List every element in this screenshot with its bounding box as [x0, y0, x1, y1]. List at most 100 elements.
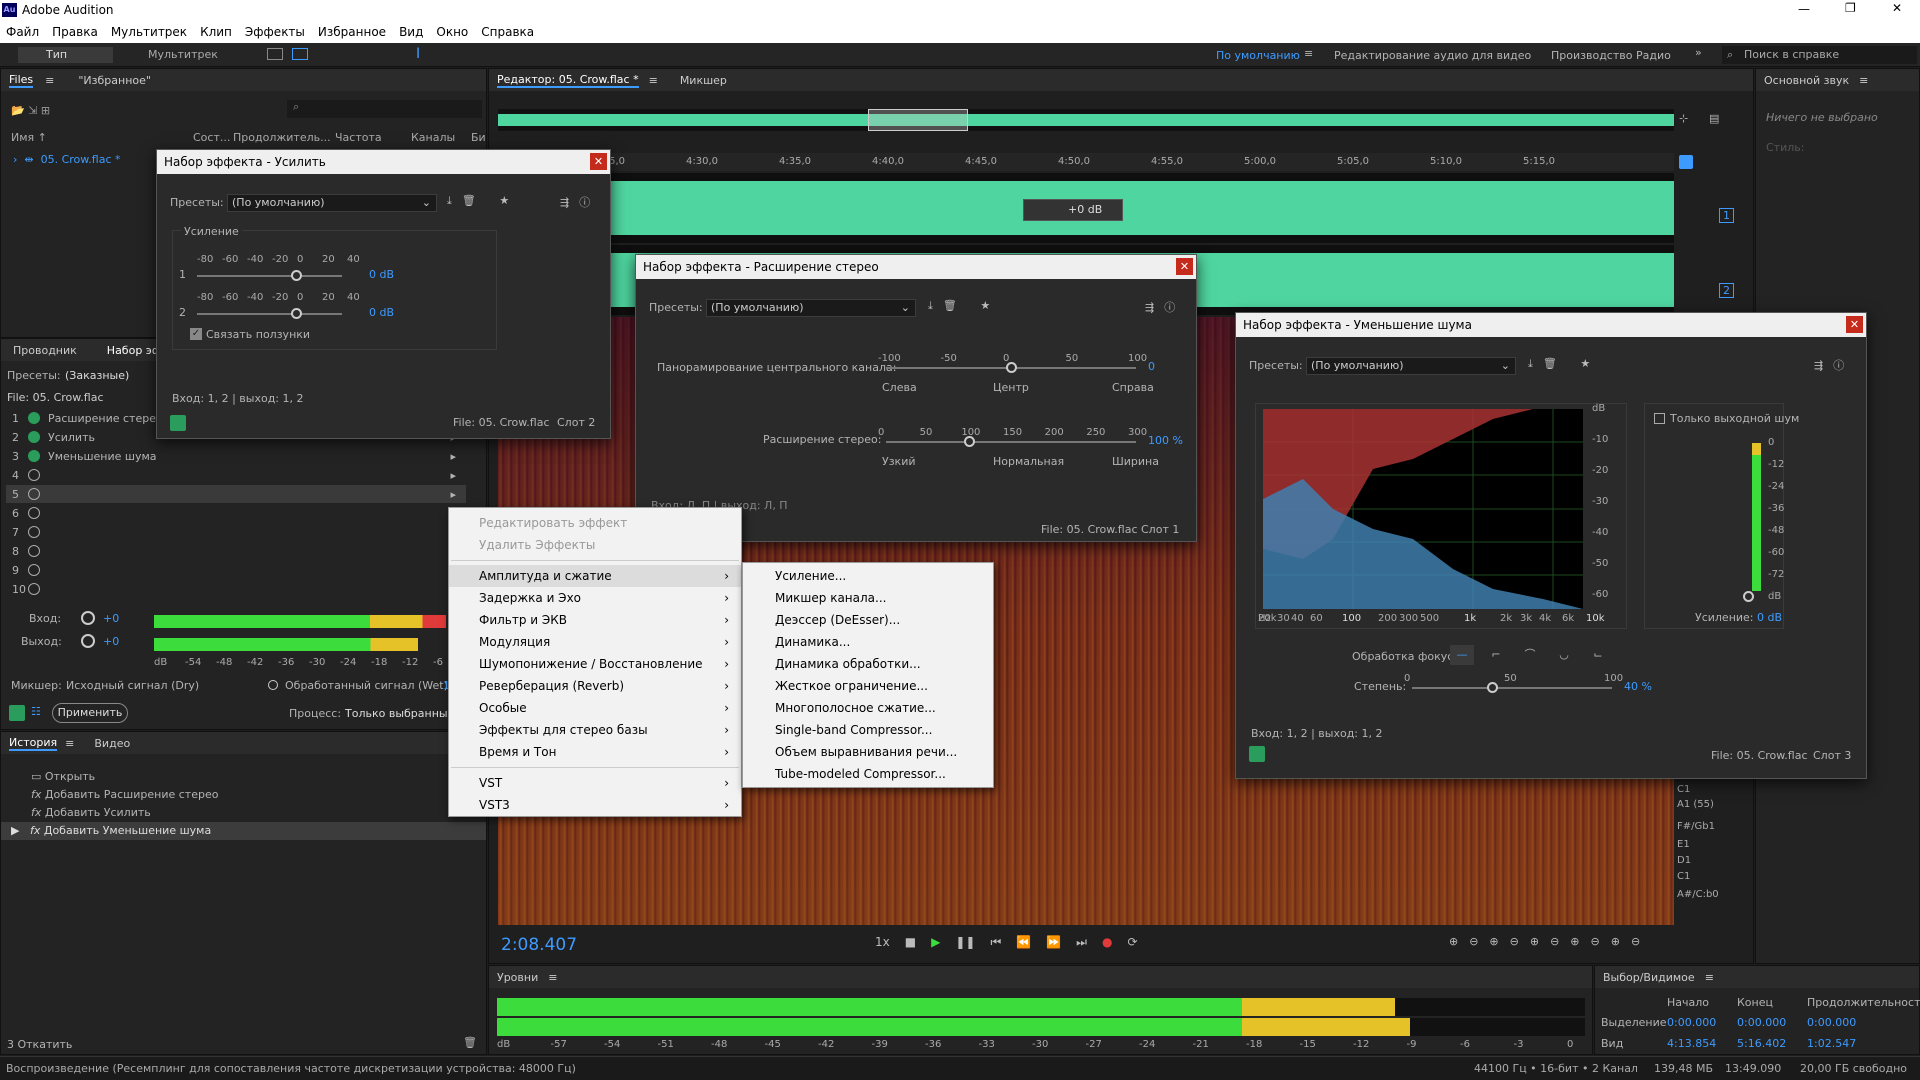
- history-item-noise[interactable]: ▶ fx Добавить Уменьшение шума: [1, 822, 486, 840]
- output-noise-label[interactable]: Только выходной шум: [1670, 412, 1799, 425]
- delete-preset-icon[interactable]: 🗑: [1543, 357, 1567, 370]
- minimize-icon[interactable]: —: [1798, 2, 1810, 16]
- effect-group-item[interactable]: Время и Тон ›: [449, 741, 741, 763]
- view-end[interactable]: 5:16.402: [1737, 1037, 1786, 1050]
- favorite-star-icon[interactable]: ★: [499, 194, 519, 207]
- menu-view[interactable]: Вид: [399, 25, 423, 39]
- amplitude-effect-item[interactable]: Single-band Compressor...: [743, 719, 993, 741]
- overview-waveform[interactable]: [498, 109, 1674, 131]
- effect-group-item[interactable]: Эффекты для стерео базы ›: [449, 719, 741, 741]
- amplitude-effect-item[interactable]: Жесткое ограничение...: [743, 675, 993, 697]
- timeline-ruler[interactable]: 4:20,04:25,04:30,04:35,04:40,04:45,04:50…: [498, 153, 1674, 171]
- noise-dialog-title[interactable]: Набор эффекта - Уменьшение шума ✕: [1236, 313, 1866, 337]
- rack-slot[interactable]: 4 ▸: [6, 466, 466, 484]
- link-sliders-checkbox[interactable]: ✓: [190, 328, 202, 340]
- loop-icon[interactable]: ⟳: [1127, 935, 1137, 950]
- slot-power-icon[interactable]: [28, 412, 40, 424]
- pause-icon[interactable]: ❚❚: [955, 935, 975, 950]
- menu-clip[interactable]: Клип: [200, 25, 232, 39]
- tab-explorer[interactable]: Проводник: [13, 344, 77, 357]
- col-status[interactable]: Сост...: [193, 131, 230, 144]
- rack-list-icon[interactable]: ☷: [31, 705, 41, 718]
- plugin-group-item[interactable]: VST3 ›: [449, 794, 741, 816]
- effect-group-item[interactable]: Реверберация (Reverb) ›: [449, 675, 741, 697]
- more-workspaces-icon[interactable]: »: [1695, 46, 1702, 59]
- spectral-toggle-icon[interactable]: [267, 48, 283, 60]
- tab-mixer[interactable]: Микшер: [680, 74, 727, 87]
- menu-multitrack[interactable]: Мультитрек: [111, 25, 187, 39]
- stop-icon[interactable]: ■: [905, 935, 916, 950]
- stereo-presets-select[interactable]: (По умолчанию) ⌄: [706, 299, 916, 317]
- delete-preset-icon[interactable]: 🗑: [462, 194, 486, 207]
- slider-value[interactable]: 100 %: [1148, 434, 1183, 447]
- help-search-input[interactable]: ⌕ Поиск в справке: [1722, 46, 1917, 64]
- workspace-audio-video[interactable]: Редактирование аудио для видео: [1334, 49, 1531, 62]
- slider-knob[interactable]: [1487, 682, 1498, 693]
- forward-icon[interactable]: ⏩: [1046, 935, 1061, 950]
- record-icon[interactable]: ●: [1102, 935, 1112, 950]
- amplitude-effect-item[interactable]: Объем выравнивания речи...: [743, 741, 993, 763]
- slot-power-icon[interactable]: [28, 583, 40, 595]
- focus-notch-button[interactable]: ◡: [1552, 645, 1576, 665]
- workspace-default[interactable]: По умолчанию: [1216, 49, 1300, 62]
- waveform-view-button[interactable]: Тип сигнала: [18, 47, 113, 77]
- gain-track[interactable]: [197, 275, 342, 277]
- tab-files[interactable]: Files: [9, 73, 34, 88]
- effect-group-item[interactable]: Особые ›: [449, 697, 741, 719]
- focus-high-button[interactable]: ⌙: [1586, 645, 1610, 665]
- amplify-presets-select[interactable]: (По умолчанию) ⌄: [227, 194, 437, 212]
- slot-menu-icon[interactable]: ▸: [450, 469, 456, 482]
- selection-end[interactable]: 0:00.000: [1737, 1016, 1786, 1029]
- info-icon[interactable]: ⓘ: [1164, 301, 1185, 314]
- menu-favorites[interactable]: Избранное: [318, 25, 386, 39]
- multitrack-view-button[interactable]: Мультитрек: [124, 47, 218, 63]
- menu-window[interactable]: Окно: [436, 25, 468, 39]
- output-gain-value[interactable]: +0: [103, 635, 119, 648]
- slot-menu-icon[interactable]: ▸: [450, 450, 456, 463]
- rack-slot[interactable]: 9▸: [6, 561, 466, 579]
- selection-menu-icon[interactable]: ≡: [1705, 971, 1714, 984]
- focus-mid-button[interactable]: ⌒: [1518, 645, 1542, 665]
- close-window-icon[interactable]: ✕: [1892, 1, 1902, 15]
- editor-menu-icon[interactable]: ≡: [649, 74, 658, 87]
- gain-track[interactable]: [197, 313, 342, 315]
- files-search-input[interactable]: ⌕: [287, 100, 482, 118]
- routing-icon[interactable]: ⇶: [1814, 359, 1833, 372]
- menu-help[interactable]: Справка: [481, 25, 534, 39]
- save-preset-icon[interactable]: ⤓: [928, 299, 943, 312]
- slider-track[interactable]: [1412, 687, 1612, 689]
- waveform-toggle-icon[interactable]: [292, 48, 308, 60]
- output-gain-knob[interactable]: [81, 634, 95, 648]
- slider-value[interactable]: 40 %: [1624, 680, 1652, 693]
- menu-effects[interactable]: Эффекты: [245, 25, 305, 39]
- plugin-group-item[interactable]: VST ›: [449, 772, 741, 794]
- channel-1-label[interactable]: 1: [1719, 208, 1734, 223]
- levels-menu-icon[interactable]: ≡: [548, 971, 557, 984]
- slot-power-icon[interactable]: [28, 450, 40, 462]
- slider-knob[interactable]: [1006, 362, 1017, 373]
- files-menu-icon[interactable]: ≡: [45, 74, 54, 87]
- view-duration[interactable]: 1:02.547: [1807, 1037, 1856, 1050]
- slider-track[interactable]: [886, 441, 1136, 443]
- effect-group-item[interactable]: Шумопонижение / Восстановление ›: [449, 653, 741, 675]
- process-select[interactable]: Только выбранные: [345, 707, 454, 720]
- history-item-stereo[interactable]: fx Добавить Расширение стерео: [1, 786, 486, 804]
- slider-knob[interactable]: [964, 436, 976, 447]
- slot-power-icon[interactable]: [28, 469, 40, 481]
- essential-menu-icon[interactable]: ≡: [1859, 74, 1868, 87]
- channel-2-label[interactable]: 2: [1719, 283, 1734, 298]
- output-noise-checkbox[interactable]: [1654, 413, 1665, 424]
- rack-slot[interactable]: 7▸: [6, 523, 466, 541]
- skip-forward-icon[interactable]: ⏭: [1076, 935, 1087, 950]
- effect-group-item[interactable]: Фильтр и ЭКВ ›: [449, 609, 741, 631]
- effect-group-item[interactable]: Модуляция ›: [449, 631, 741, 653]
- amplify-power-icon[interactable]: [170, 415, 186, 431]
- workspace-menu-icon[interactable]: ≡: [1304, 47, 1313, 60]
- play-icon[interactable]: ▶: [931, 935, 940, 950]
- routing-icon[interactable]: ⇶: [560, 196, 579, 209]
- noise-meter-knob[interactable]: [1743, 591, 1754, 602]
- zoom-reset-icon[interactable]: ⊹: [1679, 112, 1688, 125]
- current-time[interactable]: 2:08.407: [501, 935, 577, 955]
- slot-power-icon[interactable]: [28, 545, 40, 557]
- panel-options-icon[interactable]: ▤: [1709, 112, 1719, 125]
